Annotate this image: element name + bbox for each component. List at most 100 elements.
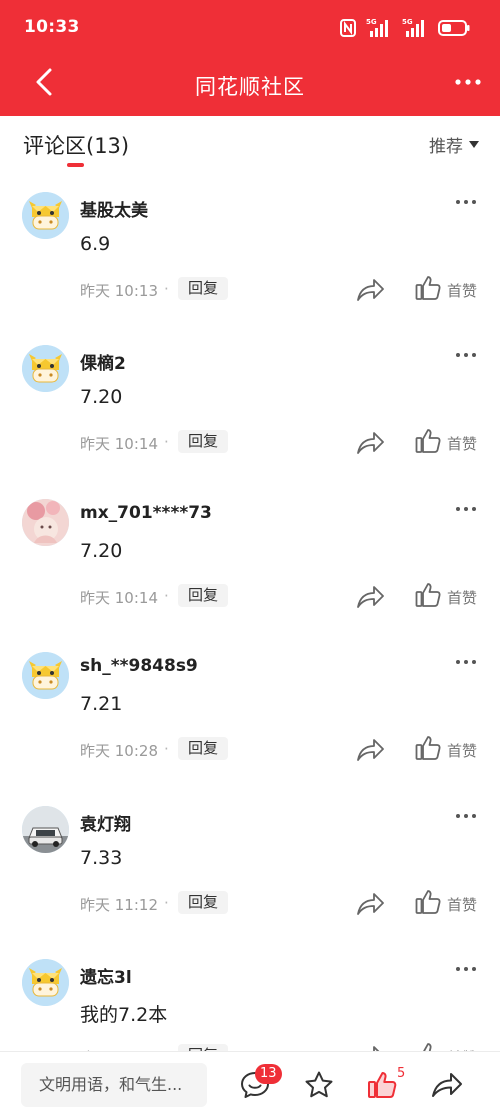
status-bar: 10:33 5G 5G	[0, 0, 500, 56]
comment-time: 昨天 10:13	[80, 282, 158, 300]
comment-section-title: 评论区(13)	[23, 134, 130, 158]
share-arrow-icon	[357, 585, 384, 608]
comment-username[interactable]: sh_**9848s9	[80, 656, 198, 676]
comment-more-button[interactable]	[454, 961, 478, 977]
share-button[interactable]	[355, 429, 385, 457]
share-button[interactable]	[355, 1043, 385, 1051]
comment-content: 7.20	[80, 386, 123, 409]
more-dots-icon	[456, 813, 476, 818]
like-label: 首赞	[447, 435, 478, 454]
comment-time: 昨天 10:14	[80, 435, 158, 454]
comment-more-button[interactable]	[454, 808, 478, 824]
share-button[interactable]	[355, 890, 385, 918]
nfc-icon	[340, 19, 356, 37]
signal-5g-icon-2: 5G	[402, 17, 428, 39]
active-tab-indicator	[67, 163, 84, 167]
thumbs-up-icon	[423, 1043, 432, 1051]
more-dots-icon	[456, 966, 476, 971]
share-post-button[interactable]	[430, 1069, 464, 1101]
avatar[interactable]	[22, 652, 69, 700]
comment-username[interactable]: mx_701****73	[80, 503, 212, 523]
reply-button[interactable]: 回复	[178, 583, 229, 607]
like-button[interactable]	[414, 734, 442, 762]
comment-more-button[interactable]	[454, 654, 478, 670]
comment-content: 6.9	[80, 233, 111, 255]
reply-button[interactable]: 回复	[178, 737, 229, 761]
network-label-2: 5G	[402, 18, 413, 26]
avatar[interactable]	[22, 805, 69, 853]
more-dots-icon	[456, 660, 476, 665]
reply-button[interactable]: 回复	[178, 277, 229, 300]
signal-5g-icon-1: 5G	[366, 17, 392, 39]
like-button[interactable]	[414, 581, 442, 609]
comment-username[interactable]: 遗忘3l	[80, 963, 132, 988]
comment-username[interactable]: 袁灯翔	[80, 810, 131, 835]
more-dots-icon	[456, 506, 476, 511]
avatar[interactable]	[22, 192, 69, 239]
like-label: 首赞	[447, 282, 478, 300]
comment-username[interactable]: 倮樀2	[80, 349, 126, 374]
like-label: 首赞	[447, 742, 478, 761]
more-dots-icon	[456, 353, 476, 358]
like-button[interactable]	[414, 1041, 442, 1051]
comment-more-button[interactable]	[454, 347, 478, 363]
reply-button[interactable]: 回复	[178, 1043, 229, 1051]
thumbs-up-icon	[415, 889, 441, 914]
more-dots-icon	[455, 79, 481, 85]
comment-item-4: sh_**9848s9 7.21 昨天 10:28 · 回复 首赞	[0, 636, 500, 789]
sort-label: 推荐	[429, 137, 463, 157]
comment-list[interactable]: 基股太美 6.9 昨天 10:13 · 回复 首赞 倮樀2 7.20 昨天 10…	[0, 176, 500, 1051]
photo-avatar-pink-icon	[22, 498, 69, 546]
cow-avatar-icon	[22, 652, 69, 700]
share-button[interactable]	[355, 736, 385, 764]
comment-time: 昨天 10:28	[80, 742, 158, 761]
meta-separator: ·	[164, 893, 169, 912]
app-header: 10:33 5G 5G 同花顺社区	[0, 0, 500, 116]
like-button[interactable]	[414, 427, 442, 455]
like-label: 首赞	[447, 895, 478, 914]
share-arrow-icon	[432, 1073, 462, 1097]
comment-more-button[interactable]	[454, 501, 478, 517]
reply-button[interactable]: 回复	[178, 430, 229, 454]
comment-input[interactable]: 文明用语，和气生...	[21, 1063, 207, 1107]
like-button[interactable]	[414, 274, 442, 302]
comment-section-header: 评论区(13) 推荐	[0, 116, 500, 176]
network-label-1: 5G	[366, 18, 377, 26]
share-button[interactable]	[355, 276, 385, 304]
share-arrow-icon	[357, 739, 384, 762]
like-count: 5	[397, 1066, 406, 1081]
comment-content: 7.21	[80, 693, 123, 716]
thumbs-up-icon	[415, 276, 441, 300]
like-label: 首赞	[447, 588, 478, 607]
comment-time: 昨天 11:12	[80, 895, 158, 914]
sort-dropdown[interactable]: 推荐	[429, 132, 479, 157]
like-post-button[interactable]	[366, 1069, 398, 1101]
bottom-action-bar: 文明用语，和气生... 13 5	[0, 1051, 500, 1117]
comment-username[interactable]: 基股太美	[80, 196, 148, 221]
meta-separator: ·	[164, 586, 169, 605]
share-arrow-icon	[357, 892, 384, 915]
thumbs-up-icon	[415, 429, 441, 454]
share-button[interactable]	[355, 583, 385, 611]
avatar[interactable]	[22, 498, 69, 546]
more-options-button[interactable]	[452, 68, 484, 96]
avatar[interactable]	[22, 345, 69, 393]
caret-down-icon	[469, 141, 479, 148]
share-arrow-icon	[373, 1046, 380, 1051]
comment-time: 昨天 10:14	[80, 588, 158, 607]
comment-item-3: mx_701****73 7.20 昨天 10:14 · 回复 首赞	[0, 483, 500, 636]
meta-separator: ·	[164, 280, 169, 298]
reply-button[interactable]: 回复	[178, 890, 229, 914]
comment-count-badge: 13	[255, 1064, 282, 1084]
avatar[interactable]	[22, 958, 69, 1006]
favorite-button[interactable]	[303, 1069, 335, 1101]
comment-content: 7.20	[80, 539, 123, 562]
thumbs-up-icon	[415, 582, 441, 607]
nav-bar: 同花顺社区	[0, 56, 500, 116]
comment-more-button[interactable]	[454, 194, 478, 210]
star-icon	[305, 1071, 333, 1098]
status-icons: 5G 5G	[340, 16, 470, 40]
meta-separator: ·	[164, 433, 169, 452]
battery-icon	[438, 20, 470, 36]
like-button[interactable]	[414, 888, 442, 916]
